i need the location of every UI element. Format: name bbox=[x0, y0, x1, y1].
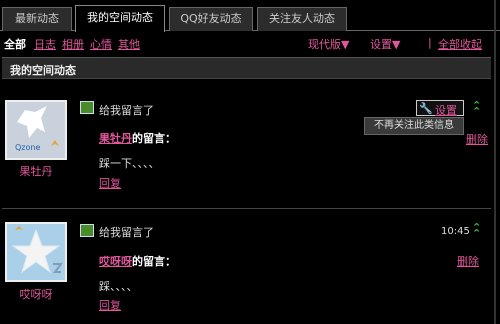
tab-bar: 最新动态 我的空间动态 QQ好友动态 关注友人动态 bbox=[0, 0, 500, 32]
section-header: 我的空间动态 bbox=[2, 57, 491, 79]
message-text: 踩一下、、、、 bbox=[99, 157, 160, 170]
author-suffix: 的留言： bbox=[132, 255, 176, 268]
collapse-chevron-icon[interactable]: ⌃ ⌃ bbox=[472, 222, 481, 239]
avatar[interactable]: Qzone bbox=[5, 100, 67, 160]
feed-action: 给我留言了 bbox=[99, 104, 154, 117]
filter-mood[interactable]: 心情 bbox=[90, 36, 112, 52]
avatar[interactable] bbox=[5, 222, 67, 282]
author-link[interactable]: 哎呀呀 bbox=[99, 255, 132, 268]
tab-my-space[interactable]: 我的空间动态 bbox=[75, 5, 165, 32]
section-title: 我的空间动态 bbox=[10, 64, 76, 77]
settings-dropdown[interactable]: 设置▼ bbox=[370, 36, 400, 52]
filter-album[interactable]: 相册 bbox=[62, 36, 84, 52]
collapse-all-link[interactable]: 全部收起 bbox=[438, 36, 482, 52]
tab-latest[interactable]: 最新动态 bbox=[2, 7, 72, 31]
filter-blog[interactable]: 日志 bbox=[34, 36, 56, 52]
timestamp: 10:45 bbox=[441, 226, 470, 237]
author-link[interactable]: 果牡丹 bbox=[99, 132, 132, 145]
feed-action: 给我留言了 bbox=[99, 226, 154, 239]
reply-link[interactable]: 回复 bbox=[99, 297, 121, 313]
wrench-icon: 🔧 bbox=[419, 102, 433, 115]
item-settings-label: 设置 bbox=[435, 104, 457, 117]
tab-followed-friends[interactable]: 关注友人动态 bbox=[257, 7, 347, 31]
filter-bar: 全部 日志 相册 心情 其他 现代版▼ 设置▼ | 全部收起 bbox=[4, 36, 494, 52]
avatar-image: Qzone bbox=[7, 102, 65, 158]
tooltip: 不再关注此类信息 bbox=[364, 117, 464, 135]
delete-link[interactable]: 删除 bbox=[466, 131, 488, 147]
collapse-chevron-icon[interactable]: ⌃ ⌃ bbox=[472, 100, 481, 117]
author-suffix: 的留言： bbox=[132, 132, 176, 145]
scroll-edge bbox=[494, 0, 496, 324]
view-mode-dropdown[interactable]: 现代版▼ bbox=[308, 36, 349, 52]
svg-text:Qzone: Qzone bbox=[15, 143, 40, 152]
filter-all[interactable]: 全部 bbox=[4, 36, 26, 52]
tab-qq-friends[interactable]: QQ好友动态 bbox=[169, 7, 253, 31]
author-line: 哎呀呀的留言： bbox=[99, 253, 176, 269]
feed-divider bbox=[2, 208, 491, 209]
author-line: 果牡丹的留言： bbox=[99, 130, 176, 146]
reply-link[interactable]: 回复 bbox=[99, 175, 121, 191]
note-icon bbox=[80, 224, 94, 237]
note-icon bbox=[80, 101, 94, 114]
avatar-image bbox=[7, 224, 65, 280]
avatar-name[interactable]: 哎呀呀 bbox=[5, 286, 67, 302]
item-settings-button[interactable]: 🔧 设置 bbox=[416, 100, 464, 117]
delete-link[interactable]: 删除 bbox=[457, 253, 479, 269]
filter-separator: | bbox=[428, 36, 432, 49]
filter-other[interactable]: 其他 bbox=[118, 36, 140, 52]
message-text: 踩、、、、 bbox=[99, 280, 138, 293]
avatar-name[interactable]: 果牡丹 bbox=[5, 163, 67, 179]
